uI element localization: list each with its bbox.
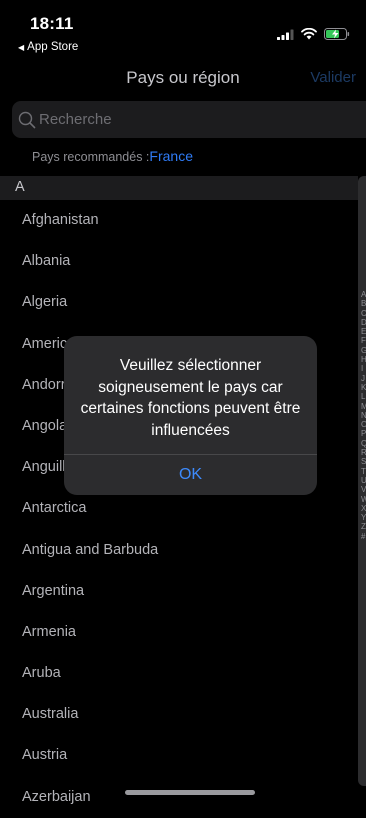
section-index-letters[interactable]: A B C D E F G H I J K L M N O P Q R S T U V W X Y Z # <box>361 290 366 541</box>
back-to-app-store[interactable]: ◀ App Store <box>18 41 78 53</box>
country-row[interactable]: Albania <box>0 241 358 282</box>
home-indicator[interactable] <box>125 790 255 795</box>
recommended-label: Pays recommandés : <box>32 150 150 164</box>
section-index-letter[interactable]: Z <box>361 522 366 531</box>
section-index-letter[interactable]: J <box>361 374 366 383</box>
section-index-letter[interactable]: R <box>361 448 366 457</box>
section-index-letter[interactable]: H <box>361 355 366 364</box>
country-row[interactable]: Afghanistan <box>0 200 358 241</box>
alert-message: Veuillez sélectionner soigneusement le p… <box>80 357 301 439</box>
search-icon <box>18 111 36 128</box>
status-bar: 18:11 ◀ App Store <box>0 0 366 60</box>
country-row[interactable]: Antigua and Barbuda <box>0 530 358 571</box>
back-arrow-icon: ◀ <box>18 42 25 52</box>
section-index-letter[interactable]: X <box>361 504 366 513</box>
section-index-letter[interactable]: A <box>361 290 366 299</box>
recommended-country-link[interactable]: France <box>149 148 193 164</box>
navigation-bar: Pays ou région Valider <box>0 60 366 98</box>
section-index-letter[interactable]: F <box>361 336 366 345</box>
section-index-letter[interactable]: # <box>361 532 366 541</box>
country-row[interactable]: Algeria <box>0 282 358 323</box>
status-icons <box>277 28 350 40</box>
section-index-letter[interactable]: T <box>361 467 366 476</box>
section-index-letter[interactable]: Y <box>361 513 366 522</box>
country-row[interactable]: Austria <box>0 735 358 776</box>
section-index-letter[interactable]: S <box>361 457 366 466</box>
section-index-letter[interactable]: U <box>361 476 366 485</box>
country-row[interactable]: Azerbaijan <box>0 777 358 818</box>
search-input[interactable] <box>39 111 339 128</box>
signal-icon <box>277 29 294 40</box>
section-index-letter[interactable]: M <box>361 402 366 411</box>
status-time: 18:11 <box>30 14 74 33</box>
country-row[interactable]: Aruba <box>0 653 358 694</box>
section-index-letter[interactable]: W <box>361 495 366 504</box>
country-row[interactable]: Armenia <box>0 612 358 653</box>
validate-button[interactable]: Valider <box>310 69 356 86</box>
section-index-letter[interactable]: C <box>361 309 366 318</box>
section-index-letter[interactable]: P <box>361 429 366 438</box>
recommended-countries: Pays recommandés :France <box>32 148 193 164</box>
wifi-icon <box>301 28 317 40</box>
section-index-letter[interactable]: G <box>361 346 366 355</box>
battery-charging-icon <box>324 28 350 40</box>
section-index-letter[interactable]: K <box>361 383 366 392</box>
section-index-letter[interactable]: E <box>361 327 366 336</box>
section-index-letter[interactable]: Q <box>361 439 366 448</box>
section-index-letter[interactable]: L <box>361 392 366 401</box>
section-index-letter[interactable]: D <box>361 318 366 327</box>
country-list: Afghanistan Albania Algeria American Sam… <box>0 200 358 818</box>
section-index-letter[interactable]: I <box>361 364 366 373</box>
alert-ok-button[interactable]: OK <box>64 455 317 495</box>
country-row[interactable]: Argentina <box>0 571 358 612</box>
section-index-letter[interactable]: O <box>361 420 366 429</box>
back-label: App Store <box>27 41 79 53</box>
alert-dialog: Veuillez sélectionner soigneusement le p… <box>64 336 317 495</box>
section-index-letter[interactable]: B <box>361 299 366 308</box>
section-letter: A <box>15 179 25 195</box>
section-index-letter[interactable]: N <box>361 411 366 420</box>
country-row[interactable]: Australia <box>0 694 358 735</box>
search-bar[interactable] <box>12 101 366 138</box>
section-header: A <box>0 176 358 200</box>
section-index-letter[interactable]: V <box>361 485 366 494</box>
